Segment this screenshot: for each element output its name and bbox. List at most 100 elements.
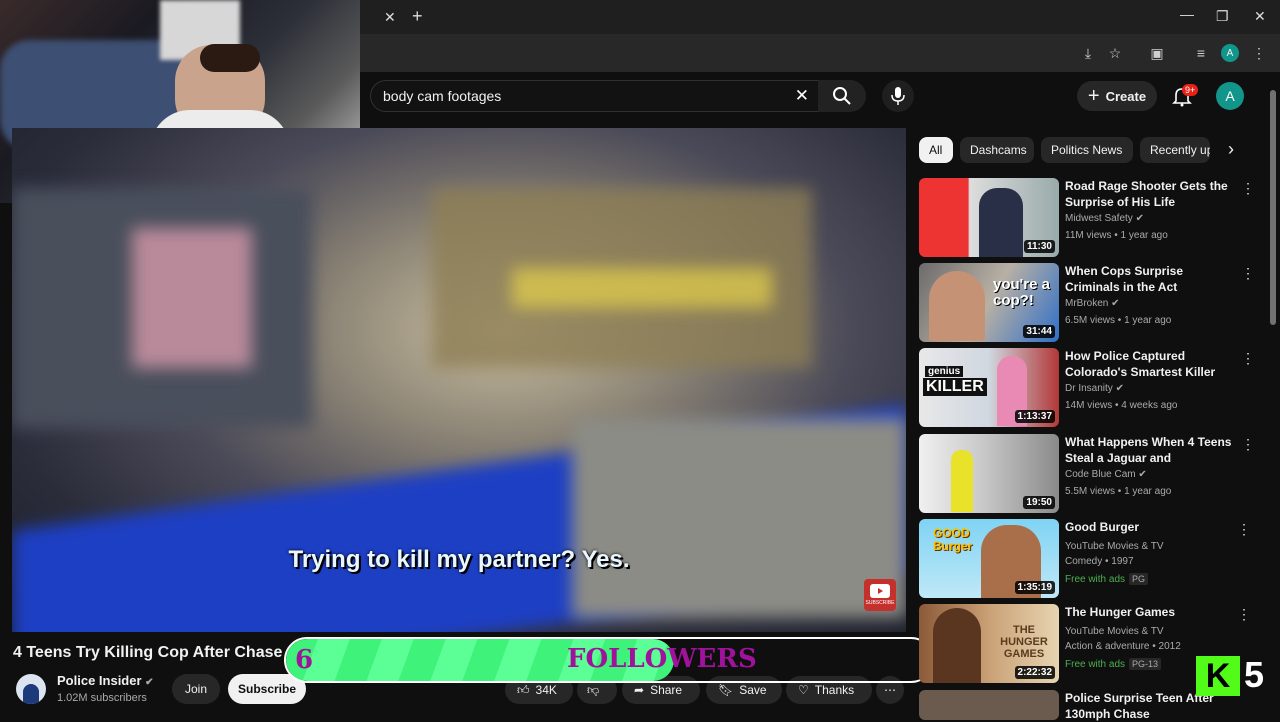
- install-app-icon[interactable]: ⤓: [1077, 42, 1099, 64]
- recommendation-channel-name: Code Blue Cam: [1065, 469, 1136, 480]
- recommendation-thumbnail[interactable]: THE HUNGER GAMES 2:22:32: [919, 604, 1059, 683]
- recommendation-channel-name: Dr Insanity: [1065, 383, 1113, 394]
- tab-search-icon[interactable]: ▣: [1146, 42, 1168, 64]
- recommendation-meta: Comedy • 1997: [1065, 556, 1134, 567]
- recommendation-thumbnail[interactable]: genius KILLER 1:13:37: [919, 348, 1059, 427]
- verified-icon: ✔: [1138, 469, 1147, 480]
- recommendation-thumbnail[interactable]: you're a cop?! 31:44: [919, 263, 1059, 342]
- recommendation-item[interactable]: 19:50 What Happens When 4 Teens Steal a …: [919, 434, 1259, 514]
- channel-avatar-figure: [23, 684, 39, 704]
- video-blur-road: [572, 418, 906, 618]
- recommendation-thumbnail[interactable]: [919, 690, 1059, 720]
- thumbnail-caption-small: genius: [925, 366, 964, 377]
- subscribe-watermark-label: SUBSCRIBE: [865, 600, 895, 606]
- new-tab-button[interactable]: +: [412, 6, 423, 27]
- recommendation-item[interactable]: GOOD Burger 1:35:19 Good Burger YouTube …: [919, 519, 1259, 599]
- search-button[interactable]: [818, 80, 866, 112]
- recommendation-thumbnail[interactable]: GOOD Burger 1:35:19: [919, 519, 1059, 598]
- recommendation-channel: YouTube Movies & TV: [1065, 626, 1164, 637]
- recommendation-channel: Code Blue Cam ✔: [1065, 469, 1147, 480]
- close-window-icon[interactable]: ✕: [1254, 8, 1266, 25]
- more-vertical-icon[interactable]: ⋮: [1241, 436, 1255, 453]
- recommendation-channel: Midwest Safety ✔: [1065, 213, 1144, 224]
- video-blur-person: [132, 228, 252, 368]
- video-player[interactable]: Trying to kill my partner? Yes. SUBSCRIB…: [12, 128, 906, 632]
- channel-avatar[interactable]: [16, 674, 46, 704]
- reading-list-icon[interactable]: ≡: [1190, 42, 1212, 64]
- scrollbar-thumb[interactable]: [1270, 90, 1276, 325]
- minimize-icon[interactable]: —: [1180, 6, 1194, 22]
- browser-toolbar: ⤓ ☆ ▣ ≡ A ⋮: [360, 34, 1280, 72]
- subscribe-watermark[interactable]: SUBSCRIBE: [864, 579, 896, 611]
- verified-icon: ✔: [1135, 213, 1144, 224]
- recommendation-title[interactable]: Road Rage Shooter Gets the Surprise of H…: [1065, 178, 1240, 210]
- recommendation-title[interactable]: How Police Captured Colorado's Smartest …: [1065, 348, 1240, 380]
- thumbnail-figure: [951, 450, 973, 512]
- chip-recently-uploaded[interactable]: Recently up: [1140, 137, 1210, 163]
- more-vertical-icon[interactable]: ⋮: [1241, 180, 1255, 197]
- recommendation-title[interactable]: When Cops Surprise Criminals in the Act: [1065, 263, 1240, 295]
- channel-name[interactable]: Police Insider ✔: [57, 673, 154, 688]
- browser-menu-icon[interactable]: ⋮: [1248, 42, 1270, 64]
- search-icon: [833, 87, 851, 105]
- chip-politics-news[interactable]: Politics News: [1041, 137, 1133, 163]
- recommendation-pricing: Free with ads PG-13: [1065, 658, 1162, 670]
- recommendation-channel-name: MrBroken: [1065, 298, 1109, 309]
- rating-badge: PG-13: [1129, 658, 1162, 670]
- bookmark-star-icon[interactable]: ☆: [1104, 42, 1126, 64]
- followers-label: FOLLOWERS: [567, 644, 757, 674]
- close-tab-icon[interactable]: ✕: [384, 9, 396, 26]
- thumbnail-figure: [933, 608, 981, 683]
- recommendation-channel: MrBroken ✔: [1065, 298, 1120, 309]
- voice-search-button[interactable]: [882, 80, 914, 112]
- more-vertical-icon[interactable]: ⋮: [1237, 521, 1251, 538]
- browser-tab-bar: ✕ + — ❐ ✕: [360, 0, 1280, 34]
- recommendation-thumbnail[interactable]: 19:50: [919, 434, 1059, 513]
- create-button[interactable]: + Create: [1077, 81, 1157, 111]
- join-button[interactable]: Join: [172, 674, 220, 704]
- more-vertical-icon[interactable]: ⋮: [1241, 350, 1255, 367]
- account-avatar[interactable]: A: [1216, 82, 1244, 110]
- webcam-person-hair: [200, 44, 260, 72]
- browser-profile-avatar[interactable]: A: [1221, 44, 1239, 62]
- channel-name-text: Police Insider: [57, 673, 142, 688]
- share-icon: ➦: [634, 683, 645, 697]
- rating-badge: PG: [1129, 573, 1149, 585]
- more-vertical-icon[interactable]: ⋮: [1241, 265, 1255, 282]
- recommendation-channel: YouTube Movies & TV: [1065, 541, 1164, 552]
- thumbnail-caption: THE HUNGER GAMES: [1000, 624, 1048, 660]
- share-label: Share: [650, 683, 683, 697]
- video-blur-lights: [512, 268, 772, 308]
- recommendation-title[interactable]: What Happens When 4 Teens Steal a Jaguar…: [1065, 434, 1240, 466]
- restore-icon[interactable]: ❐: [1216, 8, 1229, 25]
- thumbnail-figure: [979, 188, 1023, 257]
- thanks-label: Thanks: [814, 683, 855, 697]
- video-subtitle: Trying to kill my partner? Yes.: [288, 546, 630, 573]
- recommendation-title[interactable]: Good Burger: [1065, 519, 1240, 535]
- search-input[interactable]: body cam footages ✕: [370, 80, 824, 112]
- recommendation-item[interactable]: genius KILLER 1:13:37 How Police Capture…: [919, 348, 1259, 428]
- followers-count: 6: [295, 645, 314, 675]
- thumbnail-figure: [929, 271, 985, 341]
- chip-all[interactable]: All: [919, 137, 953, 163]
- free-with-ads-label: Free with ads: [1065, 574, 1126, 585]
- video-duration: 19:50: [1023, 496, 1055, 509]
- thumbs-up-icon: 👍︎: [517, 682, 530, 697]
- thanks-icon: ♡: [798, 683, 809, 697]
- free-with-ads-label: Free with ads: [1065, 659, 1126, 670]
- recommendation-thumbnail[interactable]: 11:30: [919, 178, 1059, 257]
- microphone-icon: [891, 87, 905, 105]
- recommendation-channel: Dr Insanity ✔: [1065, 383, 1124, 394]
- recommendation-item[interactable]: 11:30 Road Rage Shooter Gets the Surpris…: [919, 178, 1259, 258]
- recommendation-item[interactable]: you're a cop?! 31:44 When Cops Surprise …: [919, 263, 1259, 343]
- clear-search-icon[interactable]: ✕: [795, 86, 809, 106]
- chip-dashcams[interactable]: Dashcams: [960, 137, 1034, 163]
- more-horizontal-icon: ⋯: [884, 683, 896, 697]
- more-vertical-icon[interactable]: ⋮: [1237, 606, 1251, 623]
- recommendation-pricing: Free with ads PG: [1065, 573, 1149, 585]
- chevron-right-icon[interactable]: ›: [1228, 139, 1234, 160]
- recommendation-meta: Action & adventure • 2012: [1065, 641, 1181, 652]
- recommendation-title[interactable]: The Hunger Games: [1065, 604, 1240, 620]
- video-duration: 31:44: [1023, 325, 1055, 338]
- search-query-text: body cam footages: [383, 88, 502, 104]
